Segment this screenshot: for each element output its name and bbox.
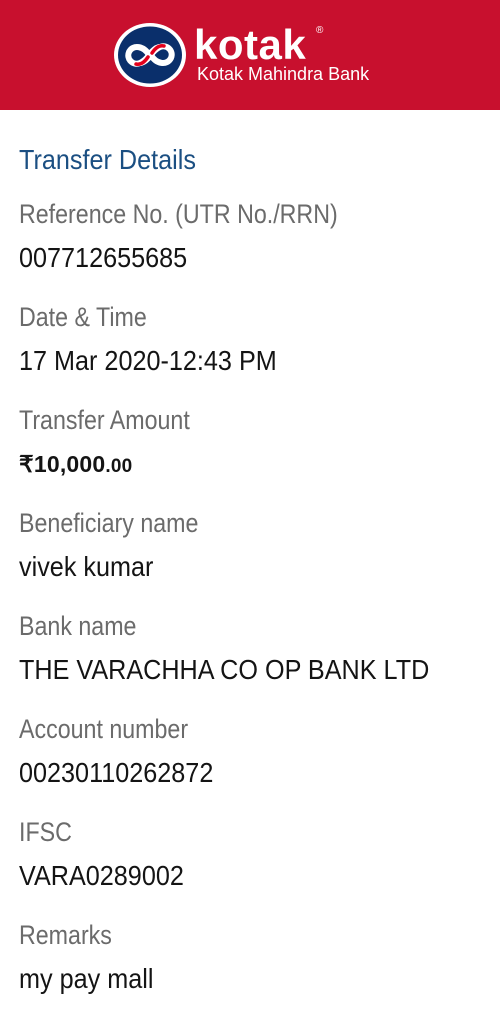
reference-field: Reference No. (UTR No./RRN) 007712655685 — [19, 194, 490, 297]
datetime-value: 17 Mar 2020-12:43 PM — [19, 345, 277, 376]
amount-value: ₹10,000.00 — [19, 444, 490, 487]
kotak-logo-icon — [114, 23, 186, 87]
brand-subtitle: Kotak Mahindra Bank — [197, 64, 370, 84]
beneficiary-value: vivek kumar — [19, 551, 154, 582]
amount-main: ₹10,000 — [19, 451, 106, 477]
beneficiary-label: Beneficiary name — [19, 508, 199, 538]
transfer-details: Transfer Details Reference No. (UTR No./… — [19, 140, 490, 1018]
brand-name: kotak — [194, 21, 307, 68]
registered-mark: ® — [316, 25, 324, 36]
reference-label: Reference No. (UTR No./RRN) — [19, 199, 338, 229]
account-label: Account number — [19, 714, 189, 744]
datetime-label: Date & Time — [19, 302, 147, 332]
beneficiary-field: Beneficiary name vivek kumar — [19, 503, 490, 606]
remarks-label: Remarks — [19, 920, 112, 950]
remarks-value: my pay mall — [19, 963, 154, 994]
app-header: kotak ® Kotak Mahindra Bank — [0, 0, 500, 110]
remarks-field: Remarks my pay mall — [19, 915, 490, 1018]
bank-field: Bank name THE VARACHHA CO OP BANK LTD — [19, 606, 490, 709]
ifsc-field: IFSC VARA0289002 — [19, 812, 490, 915]
amount-field: Transfer Amount ₹10,000.00 — [19, 400, 490, 503]
account-value: 00230110262872 — [19, 757, 214, 788]
amount-label: Transfer Amount — [19, 405, 190, 435]
datetime-field: Date & Time 17 Mar 2020-12:43 PM — [19, 297, 490, 400]
bank-value: THE VARACHHA CO OP BANK LTD — [19, 654, 430, 685]
amount-decimals: .00 — [105, 456, 133, 477]
ifsc-value: VARA0289002 — [19, 860, 184, 891]
account-field: Account number 00230110262872 — [19, 709, 490, 812]
reference-value: 007712655685 — [19, 242, 188, 273]
section-title: Transfer Details — [19, 144, 196, 175]
bank-label: Bank name — [19, 611, 137, 641]
ifsc-label: IFSC — [19, 817, 72, 847]
